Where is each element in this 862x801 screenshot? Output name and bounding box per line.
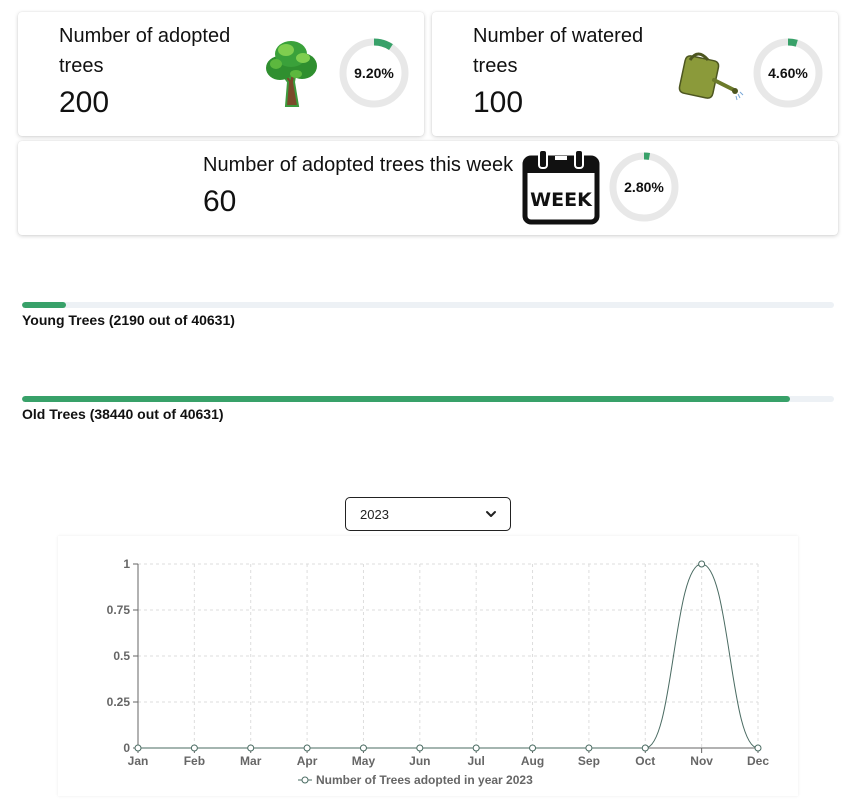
data-point — [585, 744, 593, 752]
old-trees-progress-fill — [22, 396, 791, 402]
weekly-percent-label: 2.80% — [624, 179, 664, 195]
legend-swatch-point — [301, 776, 309, 784]
chevron-down-icon — [486, 511, 496, 517]
adopted-percent-label: 9.20% — [354, 65, 394, 81]
x-tick-label: May — [352, 754, 376, 768]
x-tick-label: Oct — [635, 754, 655, 768]
y-tick-label: 0.25 — [107, 695, 131, 709]
weekly-adopted-title: Number of adopted trees this week — [203, 154, 514, 176]
y-tick-label: 0.75 — [107, 603, 131, 617]
young-trees-label: Young Trees (2190 out of 40631) — [22, 312, 235, 328]
weekly-adopted-card: Number of adopted trees this week 60 WEE… — [18, 141, 838, 235]
young-trees-progress-fill — [22, 302, 66, 308]
watered-percent-label: 4.60% — [768, 65, 808, 81]
x-tick-label: Jun — [409, 754, 430, 768]
data-point — [472, 744, 480, 752]
x-tick-label: Jul — [468, 754, 485, 768]
data-point — [303, 744, 311, 752]
data-point — [190, 744, 198, 752]
old-trees-label: Old Trees (38440 out of 40631) — [22, 406, 224, 422]
watering-can-icon — [678, 52, 744, 101]
adoption-chart-panel: 0 0.25 0.5 0.75 1 Jan Feb Mar Apr May Jun Jul Aug Sep… — [58, 536, 798, 796]
data-point — [641, 744, 649, 752]
x-tick-label: Sep — [578, 754, 600, 768]
x-tick-label: Feb — [184, 754, 205, 768]
watered-title-line1: Number of watered — [473, 25, 644, 47]
calendar-week-text: WEEK — [530, 189, 593, 211]
young-trees-progress — [22, 302, 834, 308]
adopted-percent-ring: 9.20% — [338, 37, 410, 109]
x-tick-label: Dec — [747, 754, 769, 768]
data-point — [529, 744, 537, 752]
watered-percent-ring: 4.60% — [752, 37, 824, 109]
data-point — [754, 744, 762, 752]
weekly-percent-ring: 2.80% — [608, 151, 680, 223]
watered-title-line2: trees — [473, 55, 518, 77]
adopted-trees-card: Number of adopted trees 200 9.20% — [18, 12, 424, 136]
data-point — [359, 744, 367, 752]
x-tick-label: Aug — [521, 754, 544, 768]
adopted-title-line2: trees — [59, 55, 104, 77]
tree-icon — [266, 41, 317, 107]
y-tick-label: 1 — [123, 557, 130, 571]
watered-trees-card: Number of watered trees 100 4.60% — [432, 12, 838, 136]
year-select-value: 2023 — [360, 506, 389, 522]
data-point — [698, 560, 706, 568]
data-point — [416, 744, 424, 752]
legend-label: Number of Trees adopted in year 2023 — [316, 773, 533, 787]
y-tick-label: 0 — [123, 741, 130, 755]
y-tick-label: 0.5 — [113, 649, 130, 663]
x-tick-label: Apr — [297, 754, 318, 768]
x-tick-label: Mar — [240, 754, 262, 768]
calendar-week-icon: WEEK — [522, 149, 600, 225]
adopted-trees-title: Number of adopted trees — [59, 21, 230, 81]
year-select[interactable]: 2023 — [345, 497, 511, 531]
weekly-adopted-value: 60 — [203, 185, 237, 218]
watered-trees-title: Number of watered trees — [473, 21, 643, 81]
adoption-line-chart: 0 0.25 0.5 0.75 1 Jan Feb Mar Apr May Jun Jul Aug Sep… — [107, 557, 770, 787]
x-tick-label: Nov — [690, 754, 713, 768]
adopted-title-line1: Number of adopted — [59, 25, 231, 47]
x-tick-label: Jan — [128, 754, 149, 768]
watered-trees-value: 100 — [473, 86, 524, 119]
data-point — [134, 744, 142, 752]
data-point — [247, 744, 255, 752]
old-trees-progress — [22, 396, 834, 402]
adopted-trees-value: 200 — [59, 86, 110, 119]
